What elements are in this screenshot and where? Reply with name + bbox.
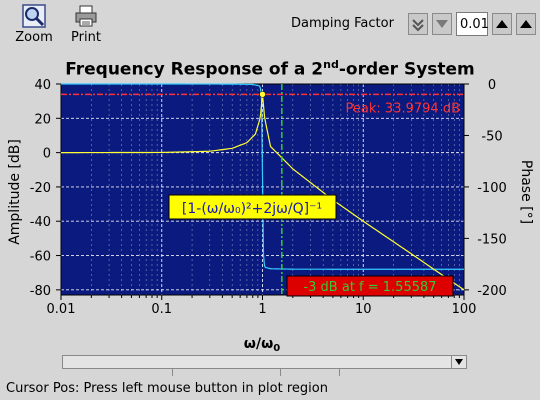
scroll-bar[interactable]	[62, 355, 467, 369]
x-tick-label: 1	[258, 302, 266, 317]
y-tick-label: -80	[30, 284, 51, 299]
y-tick-label: -60	[30, 250, 51, 265]
y-tick-label: 0	[43, 147, 51, 162]
x-axis-label-sub: 0	[273, 343, 280, 352]
damping-fast-down-button[interactable]	[408, 13, 428, 35]
printer-icon	[75, 5, 97, 27]
y2-tick-label: -50	[481, 129, 502, 144]
y2-tick-label: -200	[477, 284, 507, 299]
triangle-up-icon	[496, 20, 508, 28]
zoom-label: Zoom	[15, 30, 53, 45]
y-tick-label: 20	[34, 112, 51, 127]
x-tick-label: 10	[355, 302, 372, 317]
tab-phase[interactable]	[280, 368, 340, 376]
damping-fast-up-button[interactable]	[516, 13, 536, 35]
dropdown-arrow[interactable]	[451, 356, 466, 368]
triangle-down-icon	[436, 20, 448, 28]
damping-up-button[interactable]	[492, 13, 512, 35]
damping-down-button[interactable]	[432, 13, 452, 35]
print-button[interactable]: Print	[62, 2, 110, 48]
x-axis-label: ω/ω0	[244, 336, 280, 352]
x-tick-label: 100	[452, 302, 477, 317]
y-tick-label: 40	[34, 78, 51, 93]
y2-tick-label: -100	[477, 181, 507, 196]
damping-factor-label: Damping Factor	[291, 16, 394, 31]
print-label: Print	[71, 30, 101, 45]
frequency-response-chart[interactable]: 0.01 0.1 1 10 100 40 20 0 -20 -40 -60 -80 0 -50 -100 -1…	[0, 52, 540, 352]
y-tick-label: -40	[30, 215, 51, 230]
y2-axis-label: Phase [°]	[518, 160, 534, 224]
x-tick-label: 0.1	[151, 302, 172, 317]
formula-label: [1-(ω/ω₀)²+2jω/Q]⁻¹	[182, 201, 322, 217]
peak-marker-point	[259, 91, 266, 98]
cutoff-label: -3 dB at f = 1.55587	[303, 280, 436, 295]
tab-amplitude[interactable]	[172, 368, 282, 376]
double-chevron-down-icon	[412, 19, 424, 32]
y2-tick-label: -150	[477, 232, 507, 247]
triangle-down-icon	[455, 359, 463, 365]
damping-factor-input[interactable]: 0.01	[456, 12, 489, 36]
y-tick-label: -20	[30, 181, 51, 196]
toolbar: Zoom Print Damping Factor 0.01	[0, 0, 540, 52]
x-tick-label: 0.01	[47, 302, 76, 317]
y-axis-label: Amplitude [dB]	[7, 139, 23, 245]
plot-tabs	[172, 368, 402, 376]
zoom-icon	[22, 4, 46, 28]
peak-label: Peak: 33.9794 dB	[346, 101, 460, 116]
zoom-button[interactable]: Zoom	[10, 2, 58, 48]
y2-tick-label: 0	[488, 78, 496, 93]
status-bar: Cursor Pos: Press left mouse button in p…	[6, 381, 328, 396]
triangle-up-icon	[520, 20, 532, 28]
x-axis-label-main: ω/ω	[244, 336, 273, 352]
